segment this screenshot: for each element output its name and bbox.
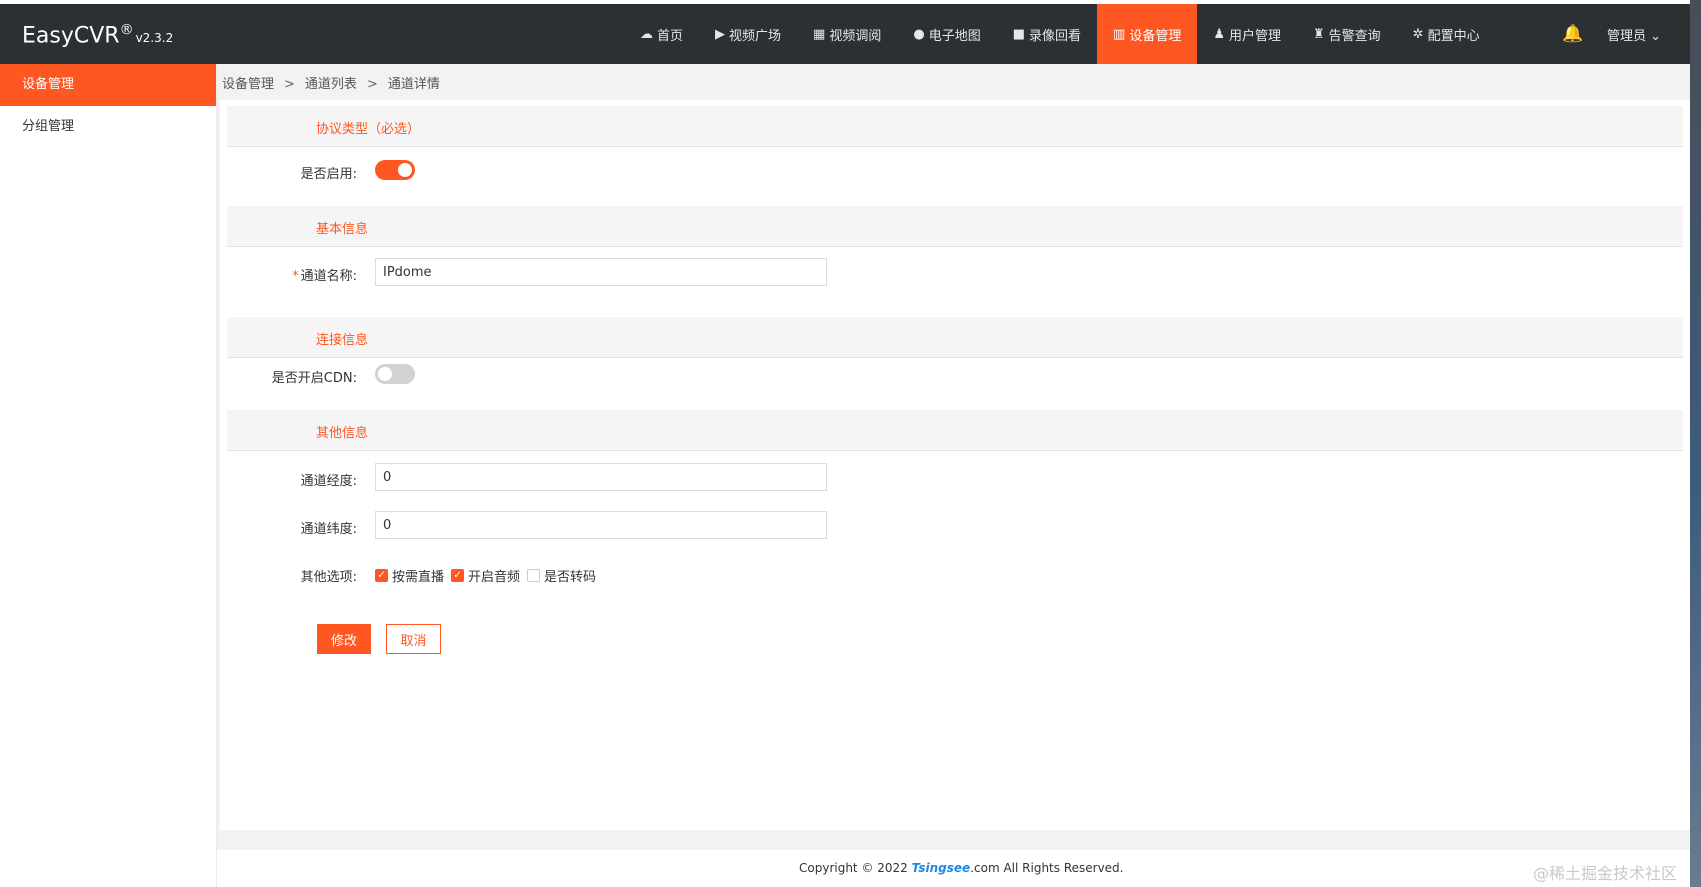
section-header-protocol: 协议类型（必选） (227, 106, 1683, 147)
device-icon: ▥ (1113, 26, 1126, 42)
section-title: 协议类型（必选） (316, 122, 421, 137)
breadcrumb-separator: > (284, 77, 295, 92)
copyright-prefix: Copyright © 2022 (799, 861, 912, 875)
options-checkbox-group: ✓ 按需直播 ✓ 开启音频 是否转码 (375, 566, 603, 585)
checkmark-icon: ✓ (451, 569, 465, 582)
modify-button[interactable]: 修改 (317, 624, 371, 654)
required-mark: * (292, 269, 299, 284)
options-label: 其他选项: (300, 570, 357, 585)
bell-icon[interactable]: 🔔 (1562, 24, 1583, 44)
nav-item-alarm[interactable]: ♜ 告警查询 (1297, 4, 1397, 64)
nav-item-map[interactable]: ● 电子地图 (897, 4, 996, 64)
longitude-input[interactable] (375, 463, 827, 491)
longitude-label: 通道经度: (300, 474, 357, 489)
alarm-icon: ♜ (1313, 26, 1325, 42)
cdn-label: 是否开启CDN: (271, 371, 357, 386)
section-header-other: 其他信息 (227, 410, 1683, 451)
cancel-button[interactable]: 取消 (386, 624, 441, 654)
checkbox-label: 按需直播 (392, 570, 445, 585)
video-camera-icon: ■ (1012, 26, 1025, 42)
breadcrumb-item-current: 通道详情 (387, 77, 440, 92)
nav-label: 设备管理 (1129, 28, 1182, 44)
breadcrumb-item[interactable]: 通道列表 (305, 77, 357, 92)
checkbox-label: 是否转码 (544, 570, 597, 585)
channel-name-input[interactable] (375, 258, 827, 286)
channel-name-label: * 通道名称: (220, 265, 357, 284)
nav-item-video-browse[interactable]: ▦ 视频调阅 (797, 4, 897, 64)
nav-item-playback[interactable]: ■ 录像回看 (997, 4, 1097, 64)
section-title: 连接信息 (316, 333, 369, 348)
nav-label: 配置中心 (1427, 28, 1480, 44)
brand-link[interactable]: Tsingsee (912, 861, 971, 875)
checkbox-label: 开启音频 (468, 570, 521, 585)
cdn-toggle[interactable] (375, 364, 415, 384)
checkbox-transcode[interactable]: 是否转码 (527, 566, 596, 585)
checkmark-icon: ✓ (375, 569, 388, 582)
chevron-down-icon: ⌄ (1650, 29, 1662, 44)
channel-detail-form: 协议类型（必选） 是否启用: 基本信息 *通道名称: 连接信息 是否开启CDN:… (220, 100, 1690, 830)
map-pin-icon: ● (913, 26, 925, 42)
registered-mark: ® (119, 22, 134, 38)
dashboard-icon: ☁ (640, 26, 653, 42)
main-nav: ☁ 首页 ▶ 视频广场 ▦ 视频调阅 ● 电子地图 ■ 录像回看 ▥ 设备管理 ♟ 用户管理 … (624, 4, 1496, 64)
user-icon: ♟ (1213, 26, 1225, 42)
sidebar: 设备管理 分组管理 (0, 64, 217, 887)
breadcrumb-separator: > (366, 77, 378, 92)
section-title: 基本信息 (316, 222, 369, 237)
section-header-basic: 基本信息 (227, 206, 1683, 247)
footer: Copyright © 2022 Tsingsee.com All Rights… (217, 850, 1690, 887)
enabled-label: 是否启用: (300, 167, 357, 182)
username: 管理员 (1607, 29, 1647, 44)
nav-label: 告警查询 (1328, 28, 1381, 44)
nav-item-user-management[interactable]: ♟ 用户管理 (1197, 4, 1297, 64)
desktop-background-edge (1690, 0, 1701, 887)
enabled-toggle[interactable] (375, 160, 415, 180)
gear-icon: ✲ (1412, 26, 1424, 42)
nav-label: 录像回看 (1029, 28, 1082, 44)
nav-item-video-square[interactable]: ▶ 视频广场 (699, 4, 797, 64)
breadcrumb: 设备管理 > 通道列表 > 通道详情 (222, 73, 440, 92)
app-version: v2.3.2 (135, 31, 174, 46)
latitude-label: 通道纬度: (300, 522, 357, 537)
section-header-connection: 连接信息 (227, 317, 1683, 358)
nav-label: 视频调阅 (829, 28, 882, 44)
play-icon: ▶ (715, 26, 726, 42)
app-name: EasyCVR (22, 23, 120, 49)
toggle-knob (398, 163, 412, 177)
nav-item-home[interactable]: ☁ 首页 (624, 4, 699, 64)
nav-item-config[interactable]: ✲ 配置中心 (1397, 4, 1496, 64)
section-title: 其他信息 (316, 426, 369, 441)
top-navbar: EasyCVR®v2.3.2 ☁ 首页 ▶ 视频广场 ▦ 视频调阅 ● 电子地图 ■ 录像… (0, 4, 1690, 64)
nav-label: 用户管理 (1228, 28, 1281, 44)
main-content: 设备管理 > 通道列表 > 通道详情 协议类型（必选） 是否启用: 基本信息 * 通道名称… (217, 64, 1690, 887)
nav-label: 电子地图 (928, 28, 981, 44)
toggle-knob (378, 367, 392, 381)
nav-label: 视频广场 (729, 28, 782, 44)
watermark: @稀土掘金技术社区 (1533, 864, 1678, 883)
empty-checkbox-icon (527, 569, 541, 582)
app-logo[interactable]: EasyCVR®v2.3.2 (22, 22, 173, 48)
nav-item-device-management[interactable]: ▥ 设备管理 (1097, 4, 1198, 64)
sidebar-item-device-management[interactable]: 设备管理 (0, 64, 216, 106)
grid-icon: ▦ (813, 26, 826, 42)
checkbox-enable-audio[interactable]: ✓ 开启音频 (451, 566, 520, 585)
copyright-suffix: .com All Rights Reserved. (970, 861, 1124, 875)
latitude-input[interactable] (375, 511, 827, 539)
nav-label: 首页 (657, 28, 684, 44)
user-menu[interactable]: 管理员 ⌄ (1607, 25, 1661, 44)
checkbox-on-demand-live[interactable]: ✓ 按需直播 (375, 566, 444, 585)
channel-name-label-text: 通道名称: (300, 269, 357, 284)
sidebar-item-group-management[interactable]: 分组管理 (0, 106, 216, 148)
copyright-text: Copyright © 2022 Tsingsee.com All Rights… (799, 861, 1123, 875)
breadcrumb-item[interactable]: 设备管理 (222, 77, 274, 92)
